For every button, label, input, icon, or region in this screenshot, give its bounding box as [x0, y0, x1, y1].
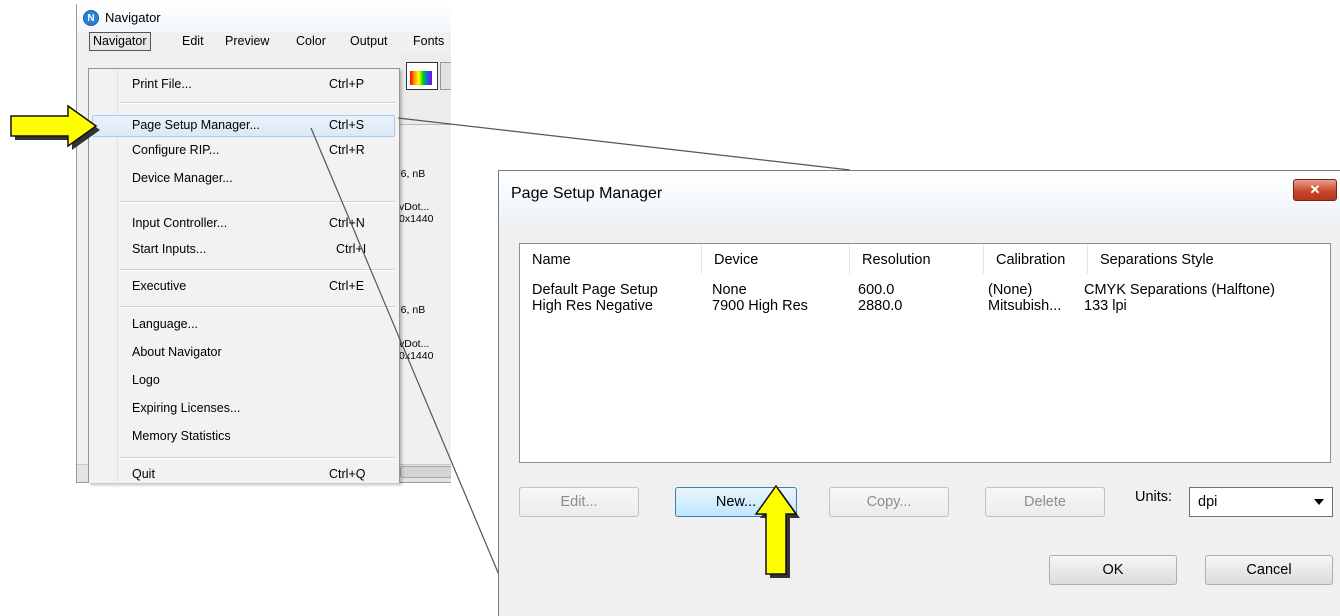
units-label: Units:: [1135, 489, 1173, 505]
cell-calibration: (None): [988, 282, 1033, 298]
cell-separations-style: CMYK Separations (Halftone): [1084, 282, 1275, 298]
column-header-device[interactable]: Device: [702, 244, 850, 274]
cell-name: High Res Negative: [532, 298, 653, 314]
cell-name: Default Page Setup: [532, 282, 658, 298]
ok-button[interactable]: OK: [1049, 555, 1177, 585]
units-select[interactable]: dpi: [1189, 487, 1333, 517]
cell-resolution: 600.0: [858, 282, 895, 298]
copy-button[interactable]: Copy...: [829, 487, 949, 517]
cell-resolution: 2880.0: [858, 298, 903, 314]
yellow-right-arrow-icon: [10, 104, 100, 150]
units-selected-value: dpi: [1198, 494, 1218, 510]
page-setup-manager-dialog: Page Setup Manager ✕ Name Device Resolut…: [498, 170, 1340, 616]
column-header-name[interactable]: Name: [520, 244, 702, 274]
column-header-resolution[interactable]: Resolution: [850, 244, 984, 274]
cell-separations-style: 133 lpi: [1084, 298, 1127, 314]
cell-device: None: [712, 282, 747, 298]
page-setup-list[interactable]: Name Device Resolution Calibration Separ…: [519, 243, 1331, 463]
edit-button[interactable]: Edit...: [519, 487, 639, 517]
column-header-separations-style[interactable]: Separations Style: [1088, 244, 1330, 274]
cell-calibration: Mitsubish...: [988, 298, 1062, 314]
cell-device: 7900 High Res: [712, 298, 808, 314]
close-icon[interactable]: ✕: [1293, 179, 1337, 201]
dialog-title-bar: Page Setup Manager ✕: [499, 171, 1340, 223]
delete-button[interactable]: Delete: [985, 487, 1105, 517]
connector-line-bottom: [310, 127, 503, 583]
connector-line-top: [397, 117, 851, 171]
chevron-down-icon: [1314, 499, 1324, 505]
cancel-button[interactable]: Cancel: [1205, 555, 1333, 585]
dialog-title: Page Setup Manager: [511, 185, 663, 202]
column-header-calibration[interactable]: Calibration: [984, 244, 1088, 274]
yellow-up-arrow-icon: [754, 484, 800, 578]
